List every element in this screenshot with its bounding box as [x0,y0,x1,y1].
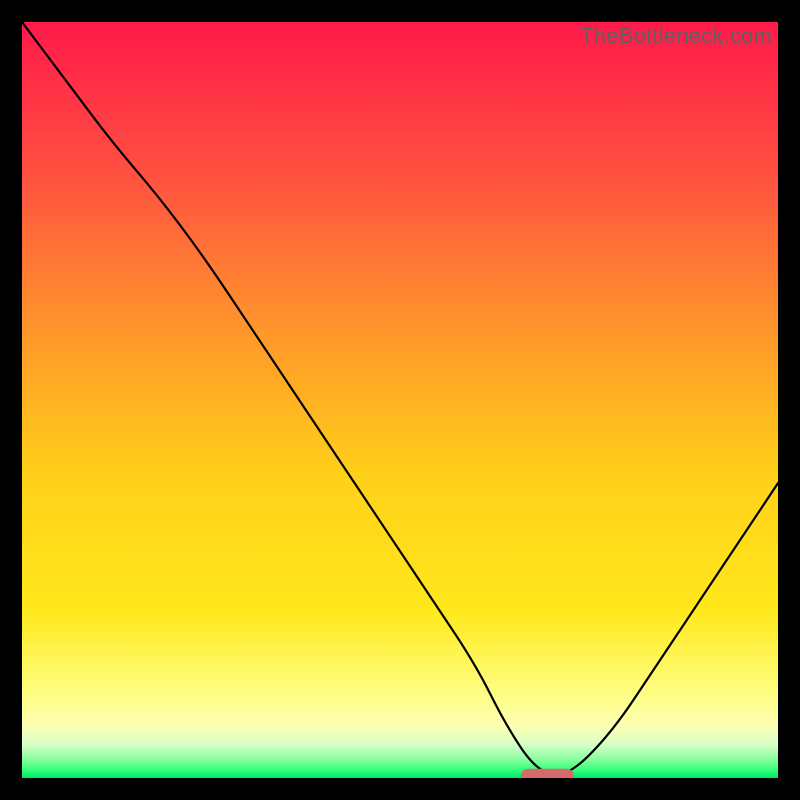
bottleneck-chart [22,22,778,778]
optimal-range-marker [521,769,574,778]
gradient-background [22,22,778,778]
chart-frame: TheBottleneck.com [22,22,778,778]
watermark-label: TheBottleneck.com [580,23,772,49]
